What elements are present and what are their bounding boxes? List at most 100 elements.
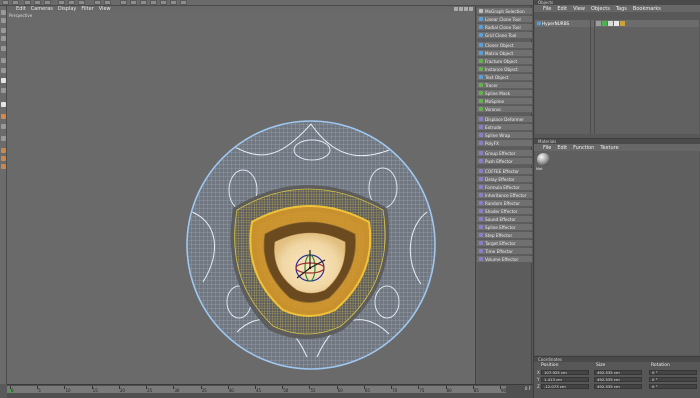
palette-item[interactable]: Matrix Object xyxy=(477,50,532,57)
material-preview-sphere[interactable] xyxy=(537,153,550,166)
nurbs-icon[interactable] xyxy=(130,0,137,5)
objects-menu-file[interactable]: File xyxy=(543,6,551,12)
position-x-field[interactable]: 107.925 cm xyxy=(541,370,589,375)
palette-item[interactable]: Grid Clone Tool xyxy=(477,32,532,39)
undo-icon[interactable] xyxy=(2,0,9,5)
move-tool-icon[interactable] xyxy=(24,0,31,5)
tool-icon[interactable] xyxy=(1,88,6,93)
tool-icon[interactable] xyxy=(1,78,6,83)
material-list-area[interactable]: Mat xyxy=(535,151,699,355)
tool-icon[interactable] xyxy=(1,18,6,23)
tool-icon[interactable] xyxy=(1,148,6,153)
materials-menu-function[interactable]: Function xyxy=(573,145,594,151)
palette-item[interactable]: Inheritance Effector xyxy=(477,192,532,199)
palette-item[interactable]: Instance Object xyxy=(477,66,532,73)
z-axis-icon[interactable] xyxy=(78,0,85,5)
redo-icon[interactable] xyxy=(12,0,19,5)
tool-icon[interactable] xyxy=(1,102,6,107)
size-z-field[interactable]: 492.535 cm xyxy=(594,384,642,389)
maximize-icon[interactable] xyxy=(469,7,473,11)
y-axis-icon[interactable] xyxy=(68,0,75,5)
palette-item[interactable]: Time Effector xyxy=(477,248,532,255)
scene-icon[interactable] xyxy=(160,0,167,5)
tool-icon[interactable] xyxy=(1,124,6,129)
objects-menu-edit[interactable]: Edit xyxy=(557,6,567,12)
tool-icon[interactable] xyxy=(1,68,6,73)
texture-tag-icon[interactable] xyxy=(620,21,625,26)
rotate-tool-icon[interactable] xyxy=(44,0,51,5)
tool-icon[interactable] xyxy=(1,114,6,119)
palette-item[interactable]: Cloner Object xyxy=(477,42,532,49)
palette-item[interactable]: Delay Effector xyxy=(477,176,532,183)
timeline[interactable]: 0 5 10 15 20 25 30 35 40 45 50 55 60 65 70 75 80 85 90 0 F xyxy=(7,384,533,398)
object-row-hypernurbs[interactable]: HyperNURBS xyxy=(535,20,699,27)
position-z-field[interactable]: -12.073 cm xyxy=(541,384,589,389)
palette-item[interactable]: Group Effector xyxy=(477,150,532,157)
visibility-icon[interactable] xyxy=(596,21,601,26)
pan-icon[interactable] xyxy=(454,7,458,11)
objects-menu-tags[interactable]: Tags xyxy=(616,6,627,12)
palette-item[interactable]: Spline Wrap xyxy=(477,132,532,139)
palette-item[interactable]: PolyFX xyxy=(477,140,532,147)
palette-item[interactable]: Volume Effector xyxy=(477,256,532,263)
palette-item[interactable]: Shader Effector xyxy=(477,208,532,215)
deformer-icon[interactable] xyxy=(150,0,157,5)
materials-menu-texture[interactable]: Texture xyxy=(600,145,618,151)
palette-item[interactable]: COFFEE Effector xyxy=(477,168,532,175)
materials-menu-edit[interactable]: Edit xyxy=(557,145,567,151)
objects-menu-objects[interactable]: Objects xyxy=(591,6,610,12)
palette-item[interactable]: Formula Effector xyxy=(477,184,532,191)
objects-menu-view[interactable]: View xyxy=(573,6,585,12)
palette-item[interactable]: Voronoi xyxy=(477,106,532,113)
3d-viewport[interactable]: Perspective xyxy=(7,12,475,384)
x-axis-icon[interactable] xyxy=(58,0,65,5)
palette-item[interactable]: Spline Mask xyxy=(477,90,532,97)
palette-item[interactable]: Random Effector xyxy=(477,200,532,207)
array-icon[interactable] xyxy=(140,0,147,5)
rotation-p-field[interactable]: 0 ° xyxy=(649,377,697,382)
palette-item[interactable]: Fracture Object xyxy=(477,58,532,65)
palette-item[interactable]: MoGraph Selection xyxy=(477,8,532,15)
tool-icon[interactable] xyxy=(1,164,6,169)
palette-item[interactable]: Target Effector xyxy=(477,240,532,247)
tool-icon[interactable] xyxy=(1,156,6,161)
scale-tool-icon[interactable] xyxy=(34,0,41,5)
rotation-h-field[interactable]: 0 ° xyxy=(649,370,697,375)
palette-item[interactable]: MoSpline xyxy=(477,98,532,105)
camera-icon[interactable] xyxy=(170,0,177,5)
render-settings-icon[interactable] xyxy=(104,0,111,5)
size-x-field[interactable]: 492.535 cm xyxy=(594,370,642,375)
object-list-area[interactable] xyxy=(535,27,699,134)
palette-item[interactable]: Sound Effector xyxy=(477,216,532,223)
size-y-field[interactable]: 492.535 cm xyxy=(594,377,642,382)
zoom-icon[interactable] xyxy=(459,7,463,11)
tool-icon[interactable] xyxy=(1,136,6,141)
timeline-ruler[interactable]: 0 5 10 15 20 25 30 35 40 45 50 55 60 65 70 75 80 85 90 xyxy=(7,386,506,393)
palette-item[interactable]: Tracer xyxy=(477,82,532,89)
phong-tag-icon[interactable] xyxy=(608,21,613,26)
tool-icon[interactable] xyxy=(1,36,6,41)
palette-item[interactable]: Linear Clone Tool xyxy=(477,16,532,23)
palette-item-label: Target Effector xyxy=(485,240,516,246)
tool-icon[interactable] xyxy=(1,28,6,33)
cube-icon[interactable] xyxy=(120,0,127,5)
render-icon[interactable] xyxy=(94,0,101,5)
tool-icon[interactable] xyxy=(1,46,6,51)
objects-menu-bookmarks[interactable]: Bookmarks xyxy=(633,6,661,12)
rotation-b-field[interactable]: 0 ° xyxy=(649,384,697,389)
palette-item[interactable]: Extrude xyxy=(477,124,532,131)
tool-icon[interactable] xyxy=(1,58,6,63)
material-tag-icon[interactable] xyxy=(614,21,619,26)
rotate-view-icon[interactable] xyxy=(464,7,468,11)
checkmark-icon[interactable] xyxy=(602,21,607,26)
palette-item[interactable]: Spline Effector xyxy=(477,224,532,231)
palette-item[interactable]: Displace Deformer xyxy=(477,116,532,123)
palette-item[interactable]: Radial Clone Tool xyxy=(477,24,532,31)
palette-item[interactable]: Step Effector xyxy=(477,232,532,239)
palette-item[interactable]: Push Effector xyxy=(477,158,532,165)
palette-item[interactable]: Text Object xyxy=(477,74,532,81)
position-y-field[interactable]: 1.413 cm xyxy=(541,377,589,382)
tool-icon[interactable] xyxy=(1,10,6,15)
light-icon[interactable] xyxy=(180,0,187,5)
materials-menu-file[interactable]: File xyxy=(543,145,551,151)
